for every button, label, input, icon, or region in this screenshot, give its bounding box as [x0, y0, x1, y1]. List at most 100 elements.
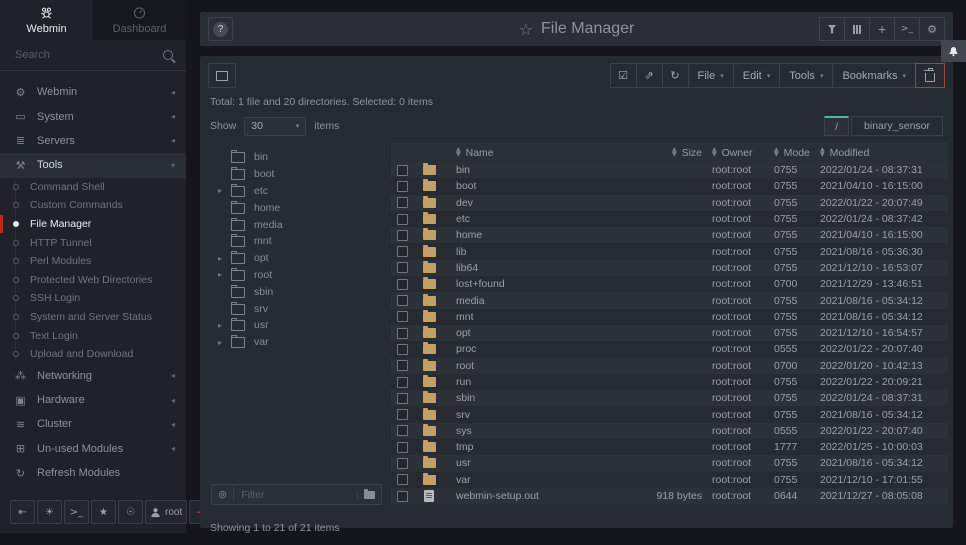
tree-folder-toggle[interactable]	[357, 491, 375, 499]
sidebar-item-hardware[interactable]: ▣Hardware◂	[0, 388, 186, 412]
sidebar-item-ssh-login[interactable]: SSH Login	[0, 289, 186, 308]
tree-item-mnt[interactable]: mnt	[205, 233, 388, 250]
table-row-lib[interactable]: libroot:root07552021/08/16 - 05:36:30	[391, 243, 948, 259]
row-checkbox[interactable]	[397, 214, 408, 225]
sidebar-item-webmin[interactable]: ⚙Webmin◂	[0, 80, 186, 104]
row-name-cell[interactable]: bin	[447, 164, 622, 176]
sidebar-item-un-used-modules[interactable]: ⊞Un-used Modules◂	[0, 437, 186, 461]
row-name-cell[interactable]: media	[447, 295, 622, 307]
tree-item-usr[interactable]: ▸usr	[205, 317, 388, 334]
row-checkbox[interactable]	[397, 442, 408, 453]
columns-button[interactable]	[844, 17, 870, 41]
table-row-var[interactable]: varroot:root07552021/12/10 - 17:01:55	[391, 472, 948, 488]
favorites-button[interactable]: ★	[91, 500, 116, 524]
row-checkbox[interactable]	[397, 197, 408, 208]
row-name-cell[interactable]: lib64	[447, 262, 622, 274]
row-name-cell[interactable]: usr	[447, 457, 622, 469]
palette-button[interactable]: ☉	[118, 500, 143, 524]
tree-item-media[interactable]: media	[205, 216, 388, 233]
new-tab-button[interactable]: +	[869, 17, 895, 41]
row-checkbox[interactable]	[397, 230, 408, 241]
row-name-cell[interactable]: etc	[447, 213, 622, 225]
table-row-proc[interactable]: procroot:root05552022/01/22 - 20:07:40	[391, 341, 948, 357]
row-checkbox[interactable]	[397, 295, 408, 306]
row-checkbox[interactable]	[397, 360, 408, 371]
row-name-cell[interactable]: lost+found	[447, 278, 622, 290]
column-header-mode[interactable]: ▲▼Mode	[774, 147, 820, 159]
sidebar-item-file-manager[interactable]: File Manager	[0, 215, 186, 234]
table-row-boot[interactable]: bootroot:root07552021/04/10 - 16:15:00	[391, 178, 948, 194]
tree-item-etc[interactable]: ▸etc	[205, 183, 388, 200]
table-row-bin[interactable]: binroot:root07552022/01/24 - 08:37:31	[391, 162, 948, 178]
row-name-cell[interactable]: tmp	[447, 441, 622, 453]
menu-tools[interactable]: Tools▾	[779, 63, 833, 88]
menu-edit[interactable]: Edit▾	[733, 63, 780, 88]
row-name-cell[interactable]: home	[447, 229, 622, 241]
row-checkbox[interactable]	[397, 491, 408, 502]
column-header-name[interactable]: ▲▼Name	[447, 147, 622, 159]
table-row-sys[interactable]: sysroot:root05552022/01/22 - 20:07:40	[391, 423, 948, 439]
row-checkbox[interactable]	[397, 458, 408, 469]
row-name-cell[interactable]: mnt	[447, 311, 622, 323]
tab-dashboard[interactable]: Dashboard	[93, 0, 186, 40]
collapse-sidebar-button[interactable]: ⇤	[10, 500, 35, 524]
row-name-cell[interactable]: sbin	[447, 392, 622, 404]
row-checkbox[interactable]	[397, 311, 408, 322]
settings-button[interactable]: ⚙	[919, 17, 945, 41]
tab-webmin[interactable]: Webmin	[0, 0, 93, 40]
row-checkbox[interactable]	[397, 344, 408, 355]
row-checkbox[interactable]	[397, 279, 408, 290]
user-button[interactable]: root	[145, 500, 187, 524]
menu-bookmarks[interactable]: Bookmarks▾	[832, 63, 916, 88]
row-checkbox[interactable]	[397, 425, 408, 436]
row-name-cell[interactable]: boot	[447, 180, 622, 192]
row-name-cell[interactable]: proc	[447, 343, 622, 355]
page-size-select[interactable]: 30 ▾	[244, 117, 306, 136]
table-row-usr[interactable]: usrroot:root07552021/08/16 - 05:34:12	[391, 455, 948, 471]
notifications-bell[interactable]	[941, 40, 966, 62]
share-button[interactable]: ⇗	[636, 63, 663, 88]
favorite-star-icon[interactable]: ☆	[519, 20, 533, 39]
sidebar-item-refresh-modules[interactable]: ↻Refresh Modules	[0, 461, 186, 485]
sidebar-item-text-login[interactable]: Text Login	[0, 326, 186, 345]
sidebar-item-servers[interactable]: ≣Servers◂	[0, 129, 186, 153]
row-name-cell[interactable]: sys	[447, 425, 622, 437]
table-row-tmp[interactable]: tmproot:root17772022/01/25 - 10:00:03	[391, 439, 948, 455]
sidebar-item-command-shell[interactable]: Command Shell	[0, 178, 186, 197]
table-row-mnt[interactable]: mntroot:root07552021/08/16 - 05:34:12	[391, 309, 948, 325]
sidebar-item-http-tunnel[interactable]: HTTP Tunnel	[0, 233, 186, 252]
sidebar-item-perl-modules[interactable]: Perl Modules	[0, 252, 186, 271]
row-name-cell[interactable]: webmin-setup.out	[447, 490, 622, 502]
filter-button[interactable]	[819, 17, 845, 41]
sidebar-item-cluster[interactable]: ≋Cluster◂	[0, 412, 186, 436]
column-header-size[interactable]: ▲▼Size	[622, 147, 712, 159]
tree-item-var[interactable]: ▸var	[205, 334, 388, 351]
row-name-cell[interactable]: dev	[447, 197, 622, 209]
row-checkbox[interactable]	[397, 377, 408, 388]
row-checkbox[interactable]	[397, 328, 408, 339]
breadcrumb-current[interactable]: binary_sensor	[851, 116, 943, 136]
shell-button[interactable]: >_	[64, 500, 89, 524]
tree-item-opt[interactable]: ▸opt	[205, 250, 388, 267]
tree-item-root[interactable]: ▸root	[205, 267, 388, 284]
row-checkbox[interactable]	[397, 262, 408, 273]
menu-file[interactable]: File▾	[688, 63, 734, 88]
table-row-media[interactable]: mediaroot:root07552021/08/16 - 05:34:12	[391, 292, 948, 308]
sidebar-item-networking[interactable]: ⁂Networking◂	[0, 364, 186, 388]
row-name-cell[interactable]: run	[447, 376, 622, 388]
paste-buffer-button[interactable]	[208, 63, 236, 88]
table-row-dev[interactable]: devroot:root07552022/01/22 - 20:07:49	[391, 195, 948, 211]
tree-item-home[interactable]: home	[205, 199, 388, 216]
table-row-home[interactable]: homeroot:root07552021/04/10 - 16:15:00	[391, 227, 948, 243]
column-header-owner[interactable]: ▲▼Owner	[712, 147, 774, 159]
clear-filter-icon[interactable]: ⊗	[218, 488, 227, 501]
row-name-cell[interactable]: srv	[447, 409, 622, 421]
theme-button[interactable]: ☀	[37, 500, 62, 524]
row-checkbox[interactable]	[397, 165, 408, 176]
tree-item-bin[interactable]: bin	[205, 149, 388, 166]
row-name-cell[interactable]: var	[447, 474, 622, 486]
table-row-run[interactable]: runroot:root07552022/01/22 - 20:09:21	[391, 374, 948, 390]
row-name-cell[interactable]: lib	[447, 246, 622, 258]
row-name-cell[interactable]: opt	[447, 327, 622, 339]
search-input[interactable]	[13, 48, 163, 62]
